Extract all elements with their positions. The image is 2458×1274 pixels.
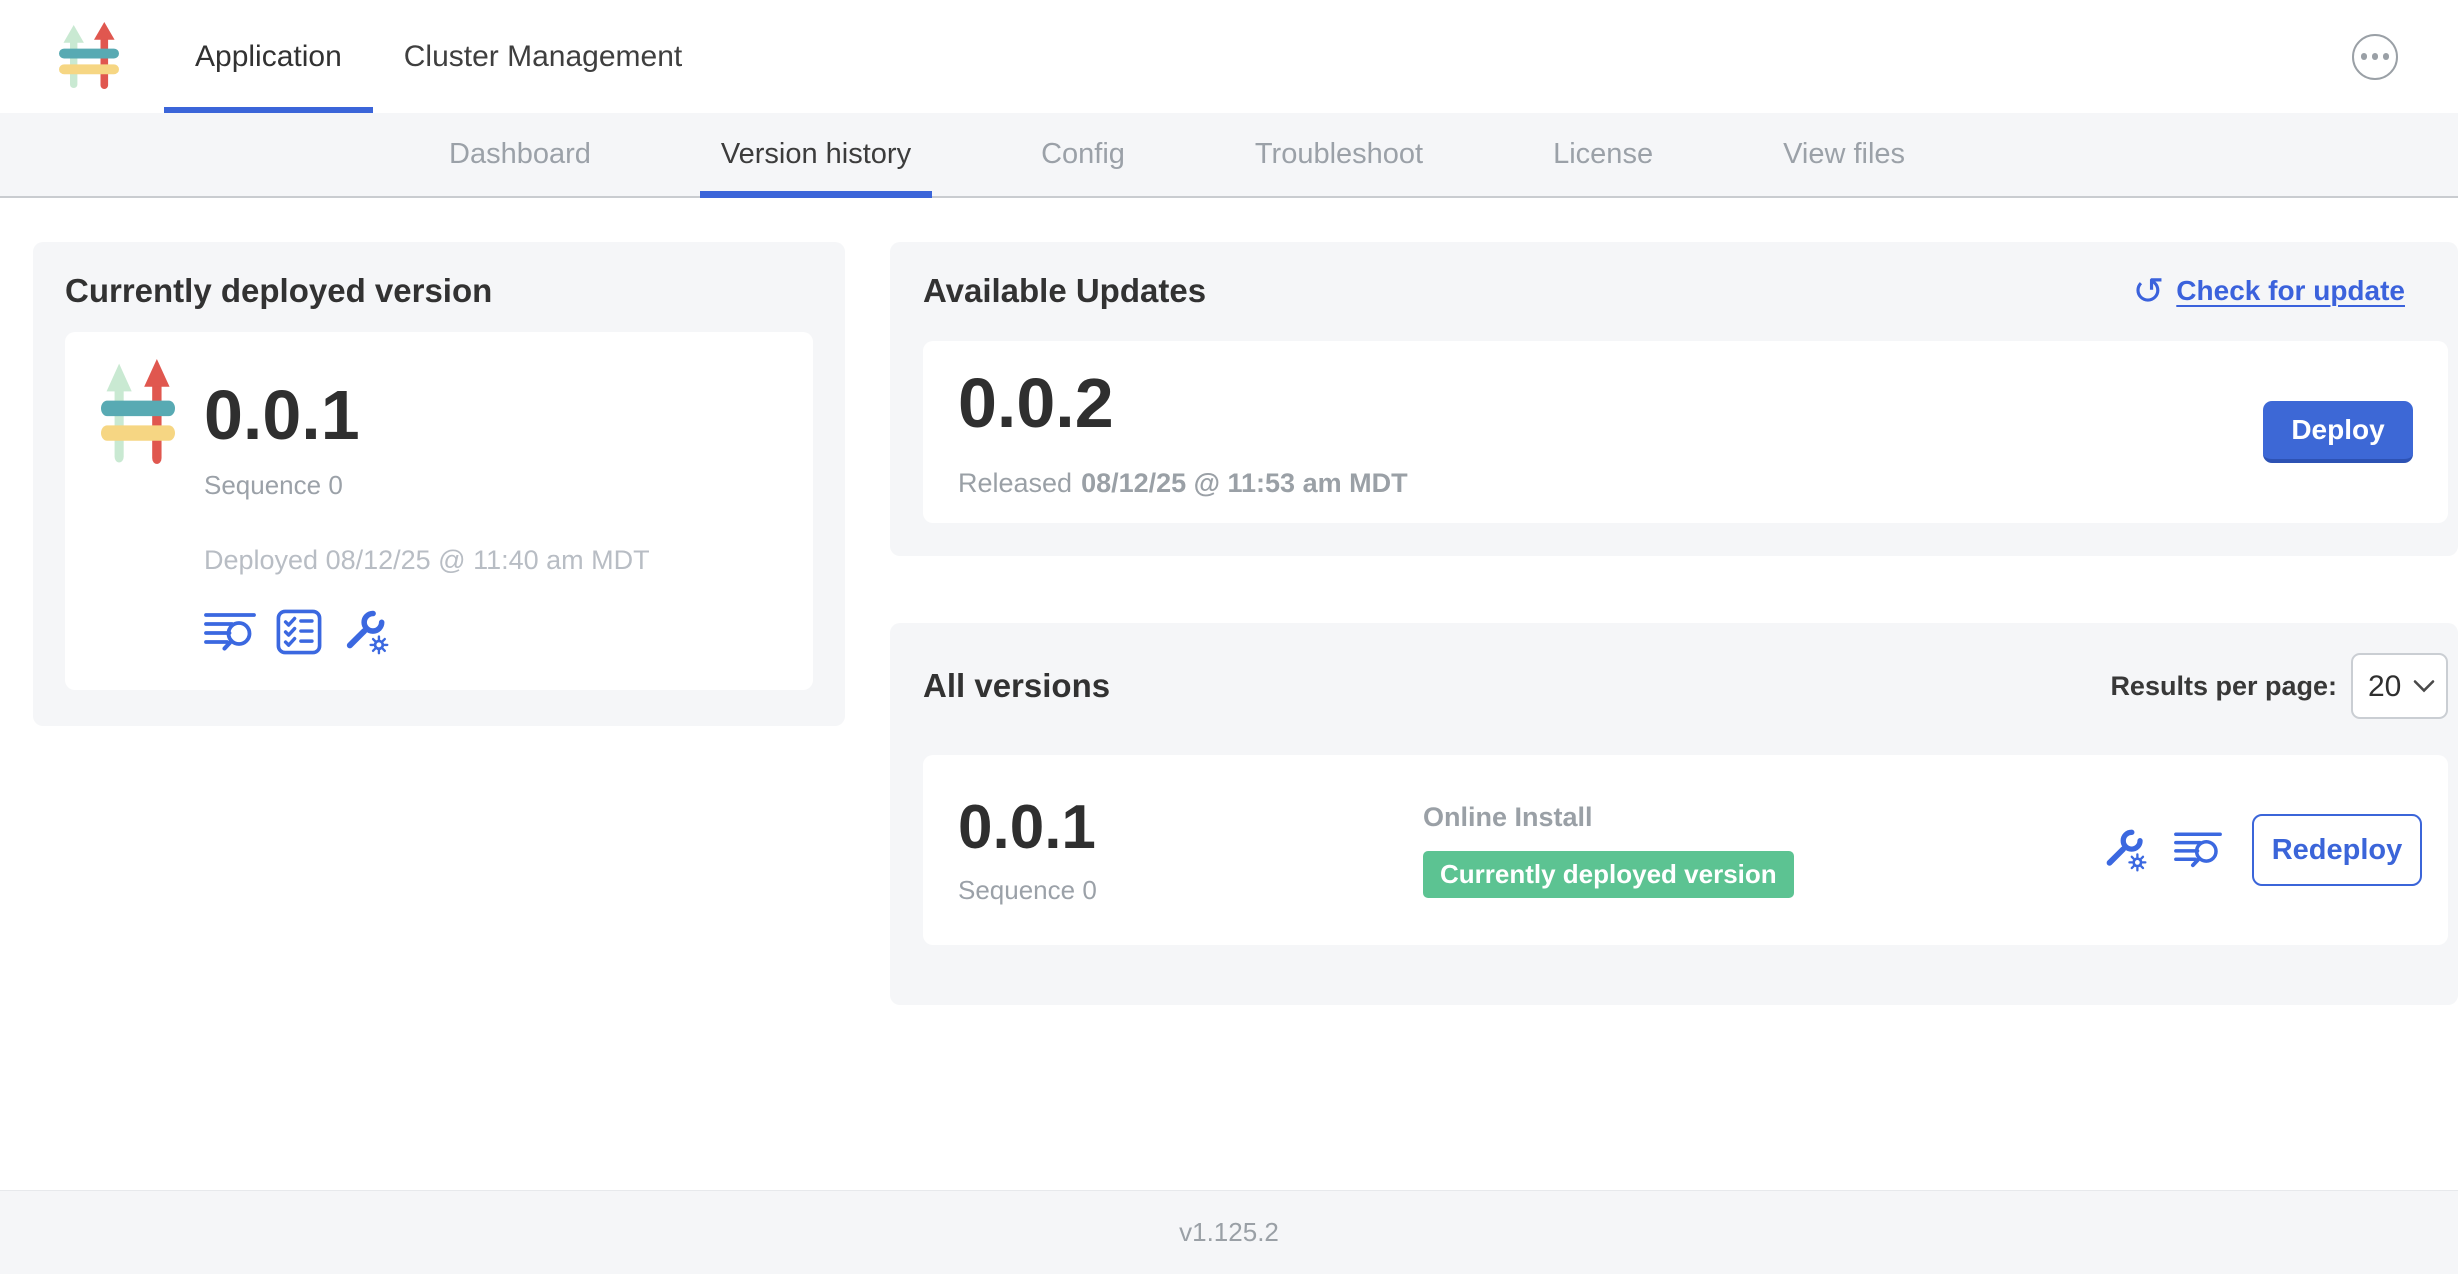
deployed-timestamp: Deployed 08/12/25 @ 11:40 am MDT [204, 545, 650, 576]
right-column: Available Updates ↺ Check for update 0.0… [890, 242, 2458, 1190]
row-actions [2102, 827, 2222, 873]
available-updates-title: Available Updates [923, 272, 1206, 310]
currently-deployed-badge: Currently deployed version [1423, 851, 1794, 898]
row-sequence: Sequence 0 [958, 875, 1423, 906]
app-footer: v1.125.2 [0, 1190, 2458, 1274]
deploy-button[interactable]: Deploy [2263, 401, 2413, 463]
app-header: Application Cluster Management [0, 0, 2458, 113]
app-subnav: Dashboard Version history Config Trouble… [0, 113, 2458, 198]
results-per-page-label: Results per page: [2110, 671, 2337, 702]
check-for-update-link[interactable]: ↺ Check for update [2132, 272, 2405, 310]
app-logo [59, 22, 119, 91]
console-version: v1.125.2 [1179, 1217, 1279, 1248]
results-per-page-select-box: 20 [2351, 653, 2448, 719]
update-row: 0.0.2 Released08/12/25 @ 11:53 am MDT De… [923, 341, 2448, 523]
refresh-icon: ↺ [2132, 272, 2164, 310]
preflight-checks-icon[interactable] [276, 609, 322, 655]
config-icon[interactable] [342, 608, 390, 656]
tab-application[interactable]: Application [164, 0, 373, 113]
currently-deployed-title: Currently deployed version [65, 272, 813, 310]
logs-icon[interactable] [2174, 829, 2222, 871]
header-tabs: Application Cluster Management [164, 0, 713, 113]
deployed-actions [204, 608, 650, 656]
subtab-license[interactable]: License [1532, 113, 1674, 196]
redeploy-button[interactable]: Redeploy [2252, 814, 2422, 886]
subtab-view-files[interactable]: View files [1762, 113, 1926, 196]
deployed-version-number: 0.0.1 [204, 377, 650, 454]
deployed-sequence: Sequence 0 [204, 470, 650, 501]
all-versions-title: All versions [923, 667, 1110, 705]
available-updates-card: Available Updates ↺ Check for update 0.0… [890, 242, 2458, 556]
update-released-line: Released08/12/25 @ 11:53 am MDT [958, 468, 2413, 499]
tab-cluster-management[interactable]: Cluster Management [373, 0, 713, 113]
subtab-dashboard[interactable]: Dashboard [428, 113, 612, 196]
app-logo-large [101, 359, 175, 467]
results-per-page-select[interactable]: 20 [2353, 655, 2446, 717]
subtab-config[interactable]: Config [1020, 113, 1146, 196]
row-version-number: 0.0.1 [958, 794, 1423, 862]
all-versions-card: All versions Results per page: 20 0. [890, 623, 2458, 1005]
ellipsis-icon [2361, 53, 2390, 60]
subtab-troubleshoot[interactable]: Troubleshoot [1234, 113, 1444, 196]
version-row: 0.0.1 Sequence 0 Online Install Currentl… [923, 755, 2448, 945]
install-type-label: Online Install [1423, 802, 2102, 833]
config-icon[interactable] [2102, 827, 2148, 873]
update-version-number: 0.0.2 [958, 365, 2413, 442]
subtab-version-history[interactable]: Version history [700, 113, 932, 196]
main-content: Currently deployed version 0.0.1 Sequenc… [0, 198, 2458, 1190]
check-for-update-label: Check for update [2176, 275, 2405, 307]
ellipsis-menu-button[interactable] [2352, 34, 2398, 80]
deployed-version-panel: 0.0.1 Sequence 0 Deployed 08/12/25 @ 11:… [65, 332, 813, 690]
currently-deployed-card: Currently deployed version 0.0.1 Sequenc… [33, 242, 845, 726]
logs-icon[interactable] [204, 609, 256, 655]
